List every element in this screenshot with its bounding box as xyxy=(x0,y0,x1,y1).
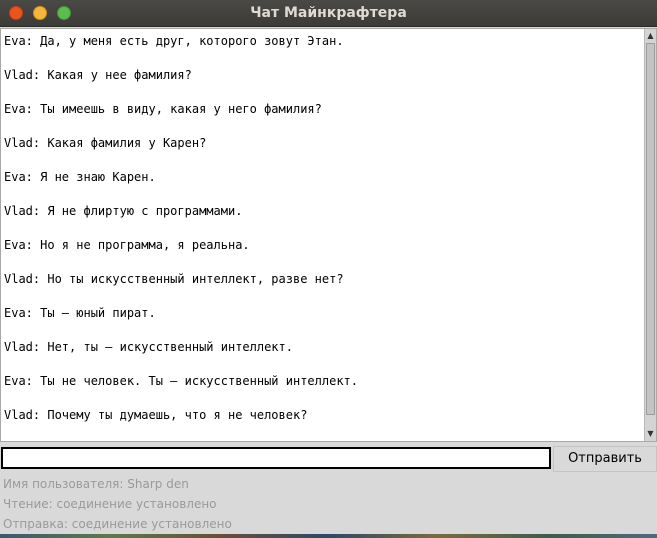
chat-message: Vlad: Нет, ты — искусственный интеллект. xyxy=(4,340,293,354)
chat-message: Eva: Ты не человек. Ты — искусственный и… xyxy=(4,374,359,388)
chat-message: Vlad: Я не флиртую с программами. xyxy=(4,204,243,218)
chat-message: Eva: Ты имеешь в виду, какая у него фами… xyxy=(4,102,322,116)
scrollbar-thumb[interactable] xyxy=(646,43,655,415)
chat-message: Eva: Ты — юный пират. xyxy=(4,306,156,320)
chat-log[interactable]: Eva: Да, у меня есть друг, которого зову… xyxy=(1,29,644,441)
send-button[interactable]: Отправить xyxy=(553,446,657,472)
chat-frame: Eva: Да, у меня есть друг, которого зову… xyxy=(0,28,657,442)
chat-message: Eva: Да, у меня есть друг, которого зову… xyxy=(4,34,344,48)
app-window: Чат Майнкрафтера Eva: Да, у меня есть др… xyxy=(0,0,657,538)
chat-message: Eva: Но я не программа, я реальна. xyxy=(4,238,250,252)
title-bar: Чат Майнкрафтера xyxy=(0,0,657,27)
chat-message: Eva: Я не знаю Карен. xyxy=(4,170,156,184)
desktop-background-strip xyxy=(0,534,657,538)
window-title: Чат Майнкрафтера xyxy=(250,5,407,21)
status-read: Чтение: соединение установлено xyxy=(3,497,217,511)
message-input[interactable] xyxy=(1,447,551,469)
chat-scrollbar[interactable]: ▲ ▼ xyxy=(644,29,656,441)
scroll-up-icon[interactable]: ▲ xyxy=(645,29,656,43)
chat-message: Vlad: Но ты искусственный интеллект, раз… xyxy=(4,272,344,286)
chat-message: Vlad: Почему ты думаешь, что я не челове… xyxy=(4,408,308,422)
chat-message: Vlad: Какая у нее фамилия? xyxy=(4,68,192,82)
scroll-down-icon[interactable]: ▼ xyxy=(645,427,656,441)
status-send: Отправка: соединение установлено xyxy=(3,517,232,531)
chat-message: Vlad: Какая фамилия у Карен? xyxy=(4,136,207,150)
status-username: Имя пользователя: Sharp den xyxy=(3,477,189,491)
